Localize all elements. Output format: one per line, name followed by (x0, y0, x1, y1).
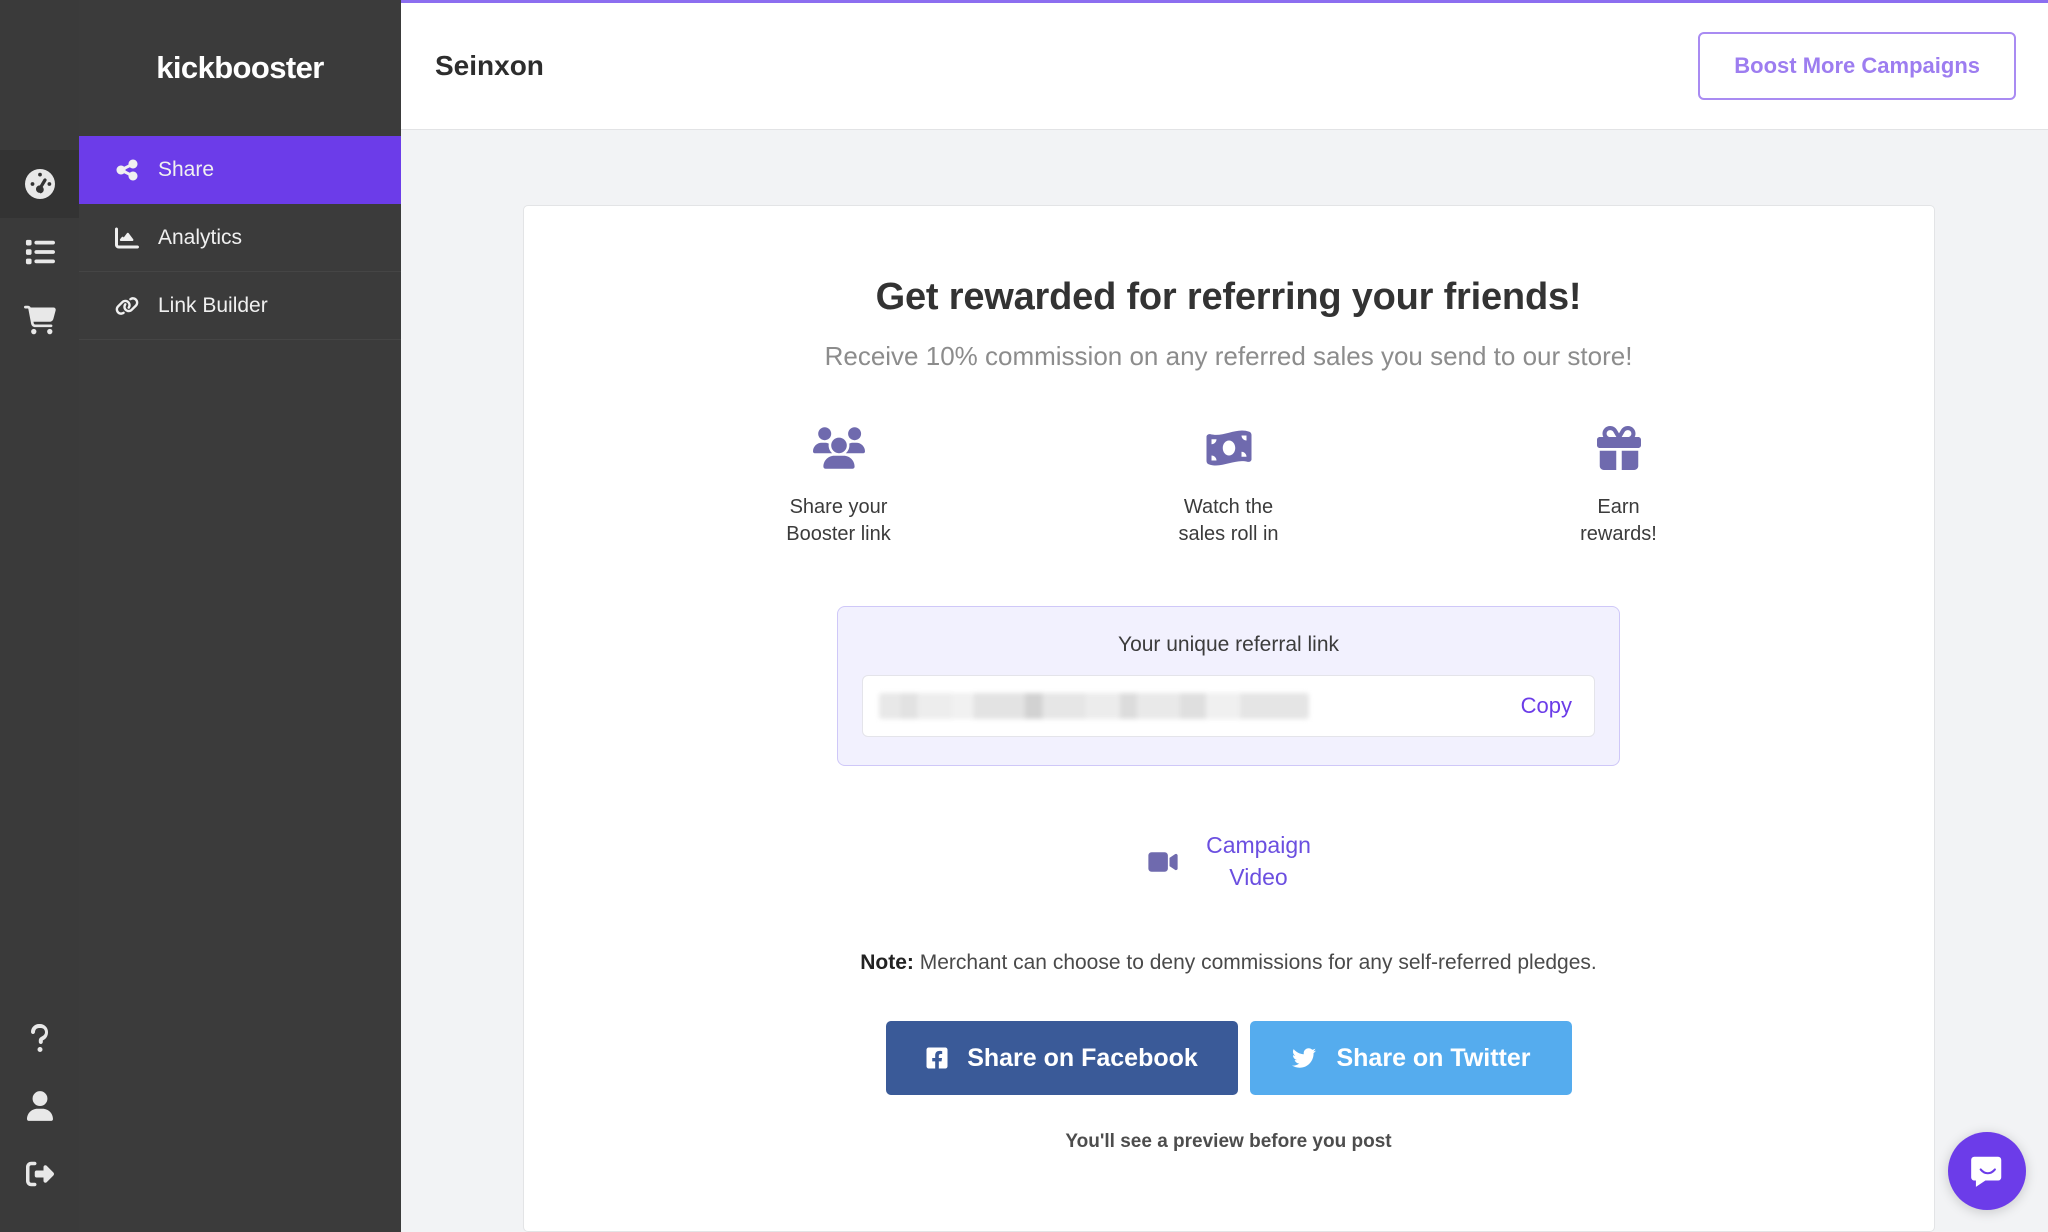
preview-note: You'll see a preview before you post (1065, 1131, 1392, 1153)
step-watch-sales: Watch the sales roll in (1129, 422, 1329, 548)
content-scroll-area: Get rewarded for referring your friends!… (401, 130, 2048, 1232)
share-on-facebook-button[interactable]: Share on Facebook (885, 1021, 1238, 1096)
referral-link-value-redacted[interactable] (879, 693, 1309, 719)
rail-item-campaigns[interactable] (0, 218, 79, 286)
page-title: Seinxon (435, 50, 544, 81)
list-icon (25, 237, 55, 267)
sidebar-item-analytics[interactable]: Analytics (79, 204, 401, 272)
facebook-icon (925, 1046, 949, 1070)
campaign-video-row[interactable]: Campaign Video (564, 830, 1894, 893)
chart-area-icon (114, 226, 140, 250)
gauge-icon (24, 169, 55, 199)
sidebar-item-link-builder[interactable]: Link Builder (79, 272, 401, 340)
sign-out-icon (25, 1160, 55, 1188)
campaign-video-link[interactable]: Campaign Video (1206, 830, 1311, 893)
rail-item-help[interactable] (0, 1004, 79, 1072)
note-body: Merchant can choose to deny commissions … (913, 951, 1597, 975)
share-icon (114, 158, 140, 182)
money-bill-icon (1129, 422, 1329, 474)
icon-rail (0, 0, 79, 1232)
link-icon (114, 294, 140, 318)
users-icon (739, 422, 939, 474)
step-share-link: Share your Booster link (739, 422, 939, 548)
referral-link-field[interactable]: Copy (862, 675, 1595, 737)
sidebar-item-label-analytics: Analytics (158, 225, 243, 249)
self-referral-note: Note: Merchant can choose to deny commis… (564, 951, 1894, 975)
note-prefix: Note: (860, 951, 914, 975)
step-label-watch-sales: Watch the sales roll in (1178, 496, 1279, 545)
referral-link-box: Your unique referral link Copy (837, 606, 1620, 766)
cart-icon (23, 304, 56, 336)
step-earn-rewards: Earn rewards! (1519, 422, 1719, 548)
referral-card: Get rewarded for referring your friends!… (522, 205, 1935, 1232)
card-subheadline: Receive 10% commission on any referred s… (824, 341, 1633, 371)
chat-widget-button[interactable] (1948, 1132, 2026, 1210)
icon-rail-top-group (0, 0, 79, 354)
card-headline: Get rewarded for referring your friends! (875, 276, 1582, 318)
brand-logo: kickbooster (156, 50, 324, 85)
twitter-icon (1290, 1046, 1318, 1070)
boost-more-campaigns-button[interactable]: Boost More Campaigns (1698, 32, 2016, 100)
social-share-row: Share on Facebook Share on Twitter (564, 1021, 1894, 1096)
referral-link-title: Your unique referral link (1117, 633, 1340, 656)
twitter-button-label: Share on Twitter (1336, 1043, 1531, 1072)
step-label-share-link: Share your Booster link (786, 496, 891, 545)
video-camera-icon (1146, 849, 1180, 875)
sidebar: kickbooster Share Analytics Link Builder (79, 0, 401, 1232)
sidebar-item-label-share: Share (158, 157, 215, 181)
user-icon (26, 1091, 53, 1121)
main-area: Seinxon Boost More Campaigns Get rewarde… (401, 0, 2048, 1232)
copy-link-button[interactable]: Copy (1521, 693, 1572, 719)
facebook-button-label: Share on Facebook (967, 1043, 1198, 1072)
app-root: kickbooster Share Analytics Link Builder… (0, 0, 2048, 1232)
rail-item-account[interactable] (0, 1072, 79, 1140)
top-bar: Seinxon Boost More Campaigns (401, 3, 2048, 130)
chat-bubble-smile-icon (1968, 1152, 2006, 1190)
steps-row: Share your Booster link Watch the sales … (564, 422, 1894, 548)
share-on-twitter-button[interactable]: Share on Twitter (1249, 1021, 1572, 1096)
gift-icon (1519, 422, 1719, 474)
step-label-earn-rewards: Earn rewards! (1580, 496, 1657, 545)
rail-item-logout[interactable] (0, 1140, 79, 1208)
sidebar-item-share[interactable]: Share (79, 136, 401, 204)
icon-rail-bottom-group (0, 1004, 79, 1208)
rail-item-dashboard[interactable] (0, 150, 79, 218)
logo-container: kickbooster (79, 0, 401, 136)
rail-item-sales[interactable] (0, 286, 79, 354)
question-mark-icon (29, 1022, 51, 1054)
sidebar-item-label-link-builder: Link Builder (158, 293, 268, 317)
